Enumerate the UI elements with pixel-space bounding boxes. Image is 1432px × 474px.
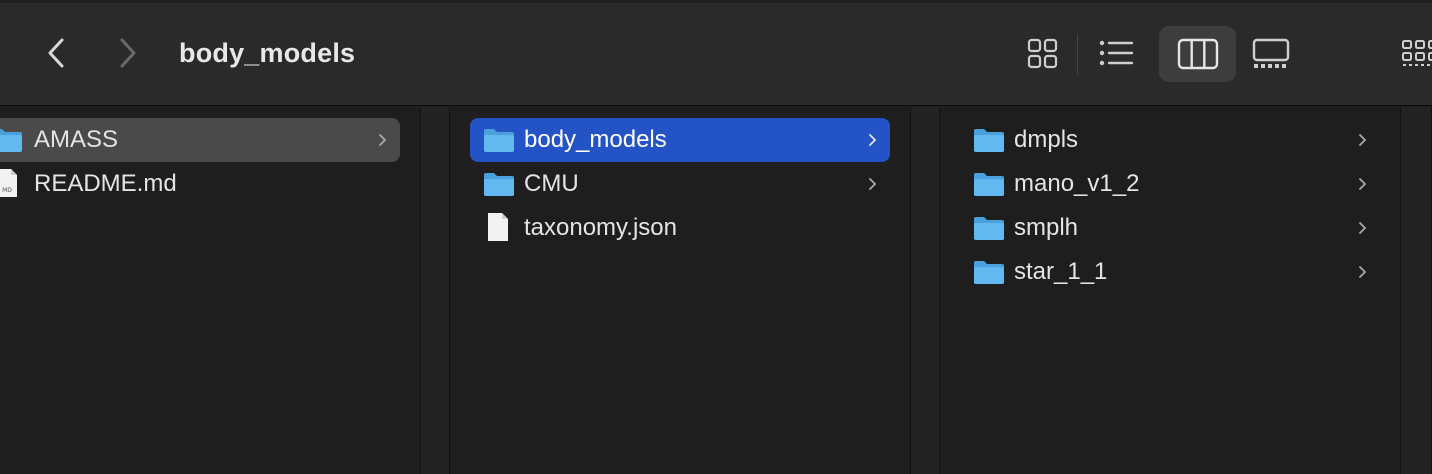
list-item-label: CMU: [524, 170, 579, 197]
column-resize-handle[interactable]: [420, 107, 450, 474]
group-grid-icon: [1402, 40, 1432, 66]
toolbar: body_models: [0, 0, 1432, 106]
chevron-right-icon: [869, 134, 877, 146]
chevron-right-icon: [1359, 222, 1367, 234]
window-title: body_models: [179, 38, 356, 68]
window-top-edge: [0, 0, 1432, 3]
chevron-right-icon: [869, 178, 877, 190]
chevron-left-icon: [48, 38, 64, 68]
markdown-file-icon: MD: [0, 169, 17, 197]
browser-column-1: AMASS MD README.md: [0, 107, 420, 474]
chevron-right-icon: [1359, 266, 1367, 278]
column-resize-handle[interactable]: [1400, 107, 1432, 474]
chevron-right-icon: [1359, 178, 1367, 190]
list-item[interactable]: taxonomy.json: [470, 206, 890, 250]
toolbar-separator: [1077, 34, 1078, 74]
chevron-right-icon: [1359, 134, 1367, 146]
forward-button[interactable]: [112, 34, 142, 72]
list-item[interactable]: body_models: [470, 118, 890, 162]
gallery-icon: [1252, 38, 1290, 68]
list-item[interactable]: mano_v1_2: [960, 162, 1380, 206]
back-button[interactable]: [42, 34, 72, 72]
chevron-right-icon: [379, 134, 387, 146]
grid-icon: [1027, 38, 1058, 69]
browser-column-3: dmpls mano_v1_2 smplh star_1_1: [940, 107, 1400, 474]
file-badge: MD: [2, 187, 12, 194]
list-item-label: smplh: [1014, 214, 1079, 241]
file-icon: [488, 213, 508, 241]
chevron-right-icon: [120, 38, 136, 68]
folder-icon: [0, 129, 22, 152]
folder-icon: [974, 173, 1004, 196]
list-item-label: README.md: [34, 170, 177, 197]
list-item-label: dmpls: [1014, 126, 1079, 153]
list-item[interactable]: smplh: [960, 206, 1380, 250]
icon-view-button[interactable]: [1013, 26, 1073, 82]
column-resize-handle[interactable]: [910, 107, 940, 474]
list-item-label: taxonomy.json: [524, 214, 677, 241]
gallery-view-button[interactable]: [1240, 26, 1302, 82]
folder-icon: [484, 129, 514, 152]
list-item[interactable]: AMASS: [0, 118, 400, 162]
list-item-label: mano_v1_2: [1014, 170, 1140, 197]
columns-icon: [1177, 38, 1219, 70]
list-item[interactable]: MD README.md: [0, 162, 400, 206]
folder-icon: [974, 217, 1004, 240]
list-item-label: AMASS: [34, 126, 119, 153]
folder-icon: [974, 129, 1004, 152]
column-view-button[interactable]: [1159, 26, 1236, 82]
list-item-label: body_models: [524, 126, 667, 153]
list-icon: [1099, 40, 1134, 66]
list-item[interactable]: dmpls: [960, 118, 1380, 162]
list-item-label: star_1_1: [1014, 258, 1108, 285]
list-item[interactable]: star_1_1: [960, 250, 1380, 294]
folder-icon: [974, 261, 1004, 284]
folder-icon: [484, 173, 514, 196]
group-by-button[interactable]: [1390, 26, 1432, 82]
browser-column-2: body_models CMU taxonomy.json: [450, 107, 910, 474]
list-view-button[interactable]: [1086, 26, 1146, 82]
list-item[interactable]: CMU: [470, 162, 890, 206]
